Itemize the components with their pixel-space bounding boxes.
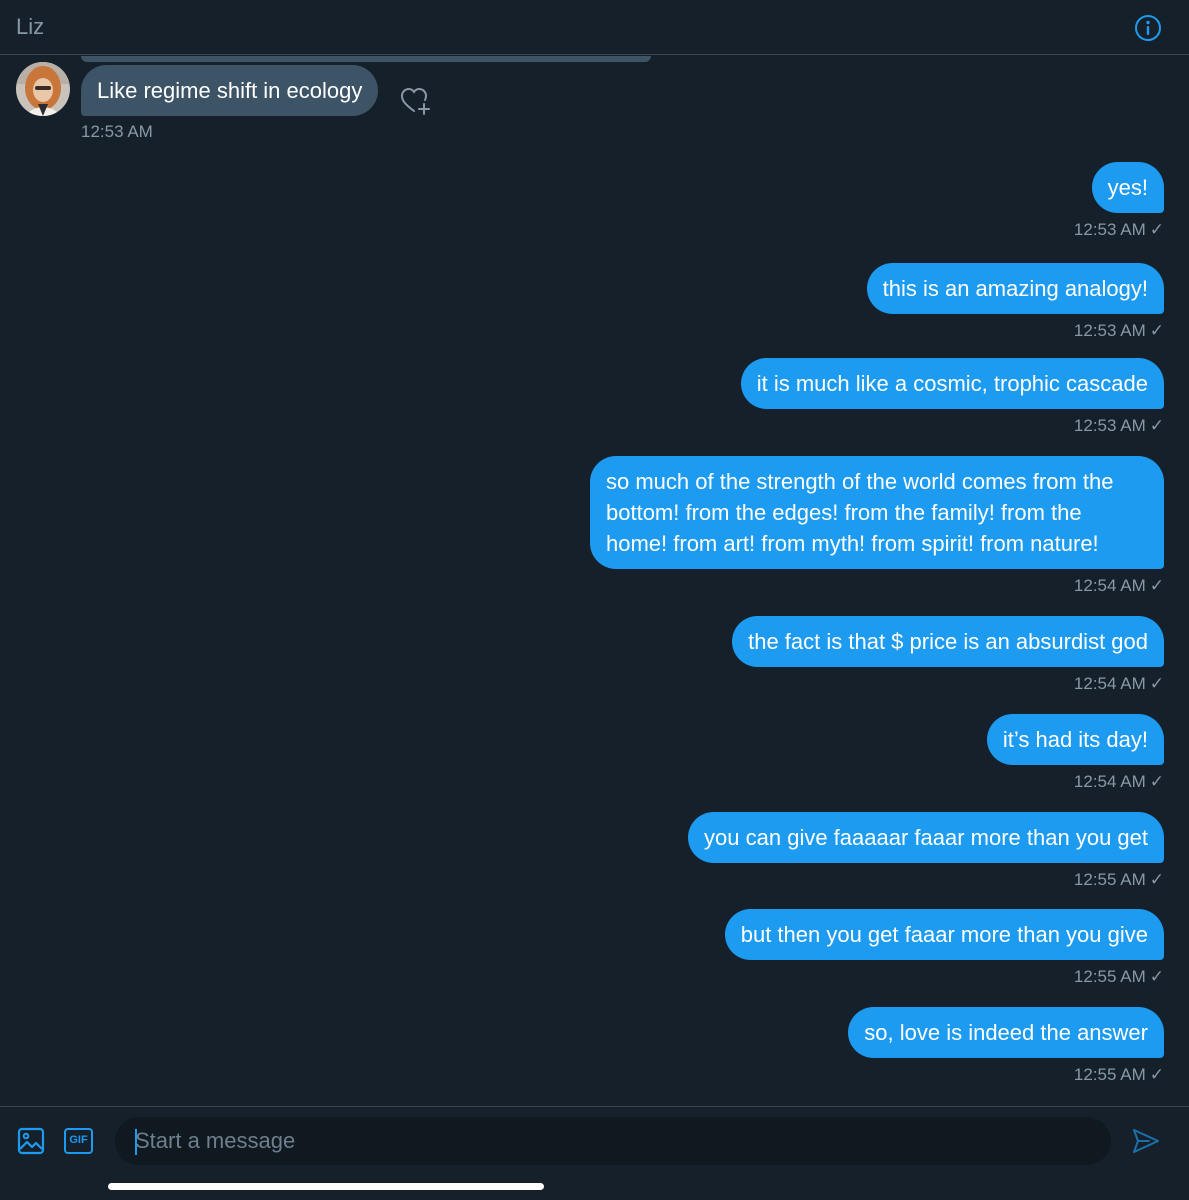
gif-icon[interactable]: GIF: [64, 1128, 93, 1154]
dm-conversation: Liz Like regime shift in ecology 12:53 A…: [0, 0, 1189, 1200]
outgoing-message-bubble[interactable]: this is an amazing analogy!: [866, 263, 1164, 314]
previous-message-bubble: [81, 56, 651, 62]
read-check-icon: ✓: [1149, 576, 1164, 595]
message-timestamp: 12:53 AM ✓: [1074, 220, 1164, 240]
outgoing-message-bubble[interactable]: so much of the strength of the world com…: [590, 456, 1164, 569]
timestamp-text: 12:53 AM: [1073, 220, 1146, 239]
outgoing-message: so, love is indeed the answer 12:55 AM ✓: [848, 1007, 1164, 1085]
outgoing-message-bubble[interactable]: you can give faaaaar faaar more than you…: [688, 812, 1164, 863]
outgoing-message: this is an amazing analogy! 12:53 AM ✓: [866, 263, 1164, 341]
timestamp-text: 12:54 AM: [1073, 772, 1146, 791]
read-check-icon: ✓: [1149, 674, 1164, 693]
image-icon[interactable]: [17, 1127, 45, 1155]
avatar-image: [16, 62, 70, 116]
conversation-header: Liz: [0, 0, 1189, 55]
read-check-icon: ✓: [1149, 1065, 1164, 1084]
timestamp-text: 12:53 AM: [1073, 416, 1146, 435]
message-timestamp: 12:54 AM ✓: [987, 772, 1164, 792]
outgoing-message: it’s had its day! 12:54 AM ✓: [986, 714, 1164, 792]
outgoing-message: the fact is that $ price is an absurdist…: [732, 616, 1164, 694]
conversation-title[interactable]: Liz: [16, 14, 44, 40]
avatar[interactable]: [16, 62, 70, 116]
info-icon[interactable]: [1134, 14, 1162, 42]
message-timestamp: 12:53 AM ✓: [867, 321, 1164, 341]
message-timestamp: 12:54 AM ✓: [590, 576, 1164, 596]
message-thread[interactable]: Like regime shift in ecology 12:53 AM ye…: [0, 56, 1189, 1106]
outgoing-message: but then you get faaar more than you giv…: [724, 909, 1164, 987]
outgoing-message-bubble[interactable]: yes!: [1091, 162, 1164, 213]
outgoing-message-bubble[interactable]: so, love is indeed the answer: [848, 1007, 1164, 1058]
message-timestamp: 12:55 AM ✓: [848, 1065, 1164, 1085]
read-check-icon: ✓: [1149, 870, 1164, 889]
outgoing-message-bubble[interactable]: it is much like a cosmic, trophic cascad…: [740, 358, 1164, 409]
timestamp-text: 12:54 AM: [1073, 576, 1146, 595]
incoming-message-bubble[interactable]: Like regime shift in ecology: [81, 65, 379, 116]
outgoing-message: so much of the strength of the world com…: [590, 456, 1164, 596]
timestamp-text: 12:55 AM: [1073, 967, 1146, 986]
outgoing-message: it is much like a cosmic, trophic cascad…: [740, 358, 1164, 436]
timestamp-text: 12:55 AM: [1073, 870, 1146, 889]
read-check-icon: ✓: [1149, 967, 1164, 986]
outgoing-message-bubble[interactable]: it’s had its day!: [986, 714, 1164, 765]
message-timestamp: 12:53 AM ✓: [741, 416, 1164, 436]
read-check-icon: ✓: [1149, 772, 1164, 791]
message-timestamp: 12:54 AM ✓: [732, 674, 1164, 694]
home-indicator[interactable]: [108, 1183, 544, 1190]
timestamp-text: 12:53 AM: [1073, 321, 1146, 340]
message-timestamp: 12:55 AM ✓: [688, 870, 1164, 890]
outgoing-message-bubble[interactable]: the fact is that $ price is an absurdist…: [732, 616, 1164, 667]
message-input[interactable]: [115, 1117, 1111, 1165]
timestamp-text: 12:54 AM: [1073, 674, 1146, 693]
message-timestamp: 12:55 AM ✓: [725, 967, 1164, 987]
outgoing-message: you can give faaaaar faaar more than you…: [688, 812, 1164, 890]
outgoing-message-bubble[interactable]: but then you get faaar more than you giv…: [724, 909, 1164, 960]
incoming-message-time: 12:53 AM: [81, 122, 153, 141]
timestamp-text: 12:55 AM: [1073, 1065, 1146, 1084]
send-icon[interactable]: [1131, 1127, 1161, 1155]
read-check-icon: ✓: [1149, 416, 1164, 435]
heart-add-icon[interactable]: [400, 86, 432, 116]
read-check-icon: ✓: [1149, 321, 1164, 340]
read-check-icon: ✓: [1149, 220, 1164, 239]
text-caret: [135, 1129, 137, 1155]
outgoing-message: yes! 12:53 AM ✓: [1074, 162, 1164, 240]
